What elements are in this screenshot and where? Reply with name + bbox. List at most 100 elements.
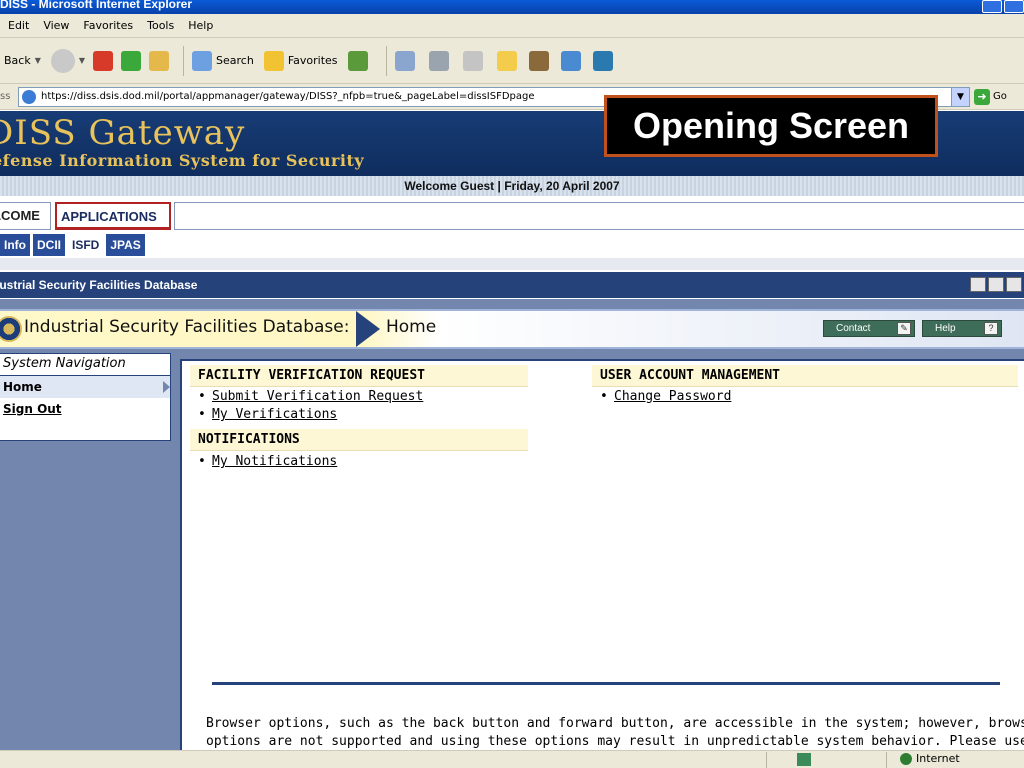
notice-line-1: Browser options, such as the back button…: [206, 716, 1024, 731]
messenger-icon[interactable]: [560, 50, 581, 71]
sidenav-title: System Navigation: [0, 354, 170, 376]
bullet-icon: •: [600, 389, 608, 404]
breadcrumb-chevron-icon: [356, 311, 380, 347]
bullet-icon: •: [198, 454, 206, 469]
back-button[interactable]: Back ▼: [4, 54, 41, 67]
menu-favorites[interactable]: Favorites: [83, 19, 133, 32]
security-icon: [797, 753, 811, 766]
site-subtitle: efense Information System for Security: [0, 151, 365, 170]
content-divider: [212, 682, 1000, 685]
welcome-strip: Welcome Guest | Friday, 20 April 2007: [0, 176, 1024, 196]
sub-tabs: Info DCII ISFD JPAS: [0, 234, 145, 256]
help-button[interactable]: Help ?: [922, 320, 1002, 337]
bullet-icon: •: [198, 407, 206, 422]
forward-icon[interactable]: [50, 48, 75, 73]
help-label: Help: [935, 323, 956, 334]
globe-icon: [900, 752, 912, 765]
menu-view[interactable]: View: [43, 19, 69, 32]
status-bar: Internet: [0, 750, 1024, 768]
zone-label: Internet: [916, 752, 960, 765]
slide-caption: Opening Screen: [604, 95, 938, 157]
history-icon[interactable]: [347, 50, 368, 71]
app-header: Industrial Security Facilities Database:…: [0, 309, 1024, 349]
maximize-icon[interactable]: [1004, 0, 1024, 13]
media-icon[interactable]: [592, 50, 613, 71]
minimize-icon[interactable]: [970, 277, 986, 292]
browser-toolbar: Back ▼ ▼ Search Favorites: [0, 38, 1024, 84]
go-arrow-icon: ➜: [974, 88, 990, 105]
breadcrumb-current: Home: [386, 317, 437, 337]
search-label: Search: [216, 54, 254, 67]
menu-help[interactable]: Help: [188, 19, 213, 32]
folder-icon[interactable]: [496, 50, 517, 71]
list-item: • My Notifications: [198, 454, 337, 469]
my-notifications-link[interactable]: My Notifications: [212, 454, 337, 469]
nav-item-sign-out[interactable]: Sign Out: [0, 398, 170, 420]
subtab-isfd[interactable]: ISFD: [68, 234, 104, 256]
list-item: • My Verifications: [198, 407, 337, 422]
research-icon[interactable]: [528, 50, 549, 71]
system-navigation: System Navigation Home Sign Out: [0, 353, 171, 441]
menu-bar: Edit View Favorites Tools Help: [0, 14, 1024, 38]
tab-bar-line: [174, 202, 1024, 230]
tab-applications[interactable]: APPLICATIONS: [55, 202, 171, 230]
seal-icon: [0, 316, 22, 342]
page-icon: [22, 89, 36, 104]
browser-notice: Browser options, such as the back button…: [206, 715, 1024, 751]
question-icon: ?: [984, 322, 998, 335]
favorites-button[interactable]: Favorites: [263, 50, 338, 71]
subtab-info[interactable]: Info: [0, 234, 30, 256]
change-password-link[interactable]: Change Password: [614, 389, 731, 404]
stop-icon[interactable]: [93, 50, 114, 71]
portlet-controls: [970, 277, 1022, 292]
print-icon[interactable]: [1006, 277, 1022, 292]
chevron-down-icon[interactable]: ▼: [79, 56, 85, 65]
section-facility-verification: FACILITY VERIFICATION REQUEST: [190, 365, 528, 387]
portlet-title: lustrial Security Facilities Database: [0, 278, 198, 292]
mail-icon[interactable]: [394, 50, 415, 71]
nav-item-home[interactable]: Home: [0, 376, 170, 398]
minimize-icon[interactable]: [982, 0, 1002, 13]
subtab-dcii[interactable]: DCII: [33, 234, 65, 256]
menu-edit[interactable]: Edit: [8, 19, 29, 32]
contact-button[interactable]: Contact ✎: [823, 320, 915, 337]
chevron-down-icon[interactable]: ▼: [951, 87, 969, 106]
subtab-jpas[interactable]: JPAS: [106, 234, 145, 256]
home-icon[interactable]: [149, 50, 170, 71]
window-controls: [982, 0, 1024, 14]
window-title: DISS - Microsoft Internet Explorer: [0, 0, 193, 11]
section-user-account: USER ACCOUNT MANAGEMENT: [592, 365, 1018, 387]
contact-label: Contact: [836, 323, 871, 334]
print-icon[interactable]: [428, 50, 449, 71]
favorites-label: Favorites: [287, 54, 338, 67]
tab-welcome[interactable]: LCOME: [0, 202, 51, 230]
app-title: Industrial Security Facilities Database:: [24, 317, 350, 337]
bullet-icon: •: [198, 389, 206, 404]
toolbar-divider: [183, 45, 185, 76]
back-label: Back: [4, 54, 31, 67]
address-label: ss: [0, 91, 11, 102]
search-button[interactable]: Search: [192, 50, 254, 71]
section-notifications: NOTIFICATIONS: [190, 429, 528, 451]
divider: [0, 258, 1024, 270]
search-icon: [192, 50, 213, 71]
menu-tools[interactable]: Tools: [147, 19, 174, 32]
window-title-bar: DISS - Microsoft Internet Explorer: [0, 0, 1024, 14]
portlet-header: lustrial Security Facilities Database: [0, 272, 1024, 298]
main-content: FACILITY VERIFICATION REQUEST • Submit Ve…: [180, 359, 1024, 750]
refresh-icon[interactable]: [121, 50, 142, 71]
app-tabs: LCOME APPLICATIONS: [0, 200, 1024, 230]
list-item: • Submit Verification Request: [198, 389, 423, 404]
maximize-icon[interactable]: [988, 277, 1004, 292]
address-url: https://diss.dsis.dod.mil/portal/appmana…: [41, 91, 535, 102]
status-pane: [766, 752, 886, 768]
list-item: • Change Password: [600, 389, 731, 404]
edit-icon[interactable]: [462, 50, 483, 71]
chevron-down-icon[interactable]: ▼: [35, 56, 41, 65]
go-button[interactable]: ➜ Go: [974, 88, 1007, 105]
my-verifications-link[interactable]: My Verifications: [212, 407, 337, 422]
zone-indicator: Internet: [900, 752, 960, 765]
application-area: Industrial Security Facilities Database:…: [0, 299, 1024, 750]
submit-verification-link[interactable]: Submit Verification Request: [212, 389, 423, 404]
star-icon: [263, 50, 284, 71]
